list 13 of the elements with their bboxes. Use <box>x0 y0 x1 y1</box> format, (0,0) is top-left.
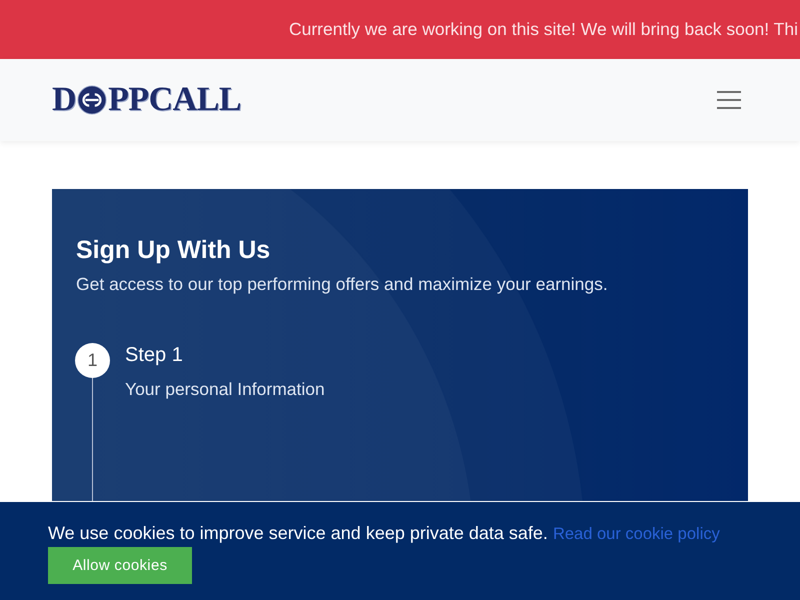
allow-cookies-button[interactable]: Allow cookies <box>48 547 192 584</box>
step-title: Step 1 <box>125 343 184 367</box>
cookie-policy-link[interactable]: Read our cookie policy <box>552 525 720 544</box>
logo-letter: D <box>52 83 76 117</box>
signup-subtitle: Get access to our top performing offers and maximize your earnings. <box>76 273 609 296</box>
menu-icon <box>717 91 741 109</box>
logo-text: PPCALL <box>108 83 242 117</box>
cookie-message: We use cookies to improve service and keep private data safe. <box>48 522 548 544</box>
announcement-text: Currently we are working on this site! We will bring back soon! Thi <box>288 19 798 40</box>
logo-mark-icon <box>77 85 108 115</box>
signup-title: Sign Up With Us <box>76 235 272 266</box>
step-number: 1 <box>75 343 110 378</box>
step-description: Your personal Information <box>125 378 325 401</box>
